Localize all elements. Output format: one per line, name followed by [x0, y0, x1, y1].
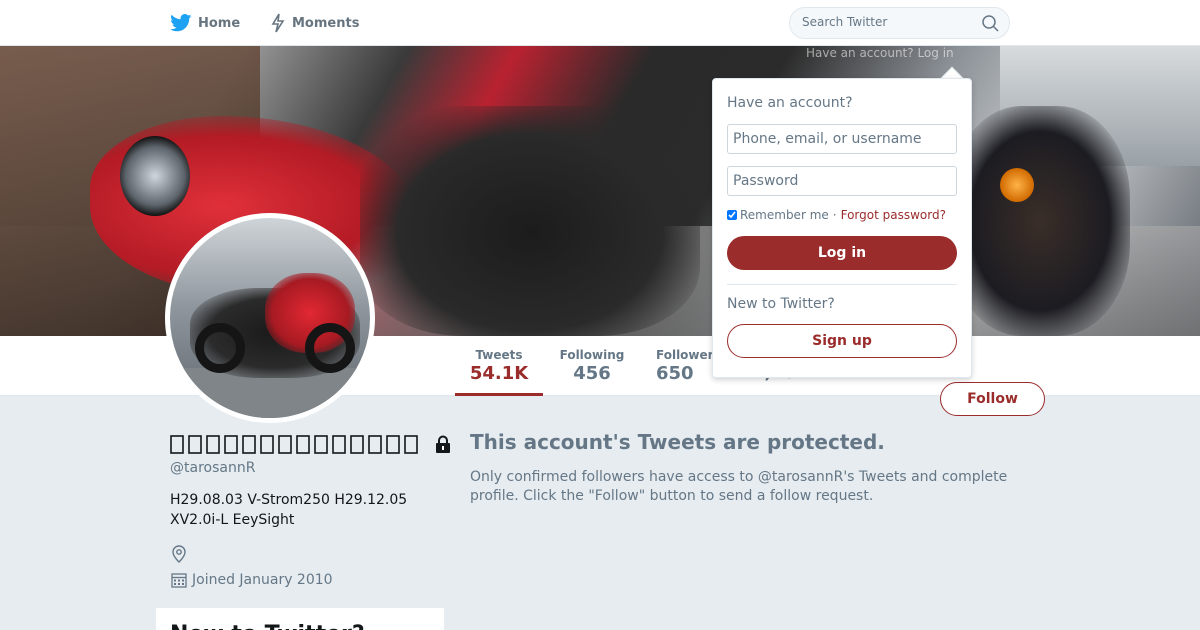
profile-joined-text: Joined January 2010 — [192, 572, 333, 588]
calendar-icon — [171, 573, 187, 588]
search-icon[interactable] — [982, 15, 999, 32]
profile-handle[interactable]: @tarosannR — [170, 460, 255, 476]
login-heading: Have an account? — [727, 95, 853, 111]
stat-tweets-value: 54.1K — [469, 363, 529, 384]
nav-moments-label: Moments — [292, 15, 360, 31]
protected-title: This account's Tweets are protected. — [470, 430, 885, 454]
lock-icon — [436, 435, 450, 453]
nav-home[interactable]: Home — [170, 12, 240, 34]
search-input[interactable] — [802, 15, 972, 29]
new-to-twitter-box: New to Twitter? — [156, 608, 444, 630]
signup-button[interactable]: Sign up — [727, 324, 957, 358]
stat-following-label: Following — [559, 348, 625, 362]
password-field[interactable] — [727, 166, 957, 196]
nav-home-label: Home — [198, 15, 241, 31]
top-navigation: Home Moments — [0, 0, 1200, 46]
forgot-password-link[interactable]: Forgot password? — [841, 208, 946, 222]
remember-me-label[interactable]: Remember me — [740, 208, 829, 222]
lightning-bolt-icon — [271, 13, 285, 33]
nav-moments[interactable]: Moments — [270, 12, 359, 34]
login-dropdown: Have an account? Remember me · Forgot pa… — [712, 78, 972, 378]
stat-tweets[interactable]: Tweets 54.1K — [455, 348, 543, 396]
stat-following-value: 456 — [573, 363, 611, 384]
new-to-twitter-heading: New to Twitter? — [727, 296, 835, 312]
new-to-twitter-title: New to Twitter? — [170, 622, 365, 630]
stat-followers-label: Followers — [656, 348, 716, 362]
remember-separator: · — [832, 208, 837, 222]
remember-me-row: Remember me · Forgot password? — [727, 208, 946, 222]
protected-text: Only confirmed followers have access to … — [470, 469, 1008, 504]
stat-following[interactable]: Following 456 — [556, 348, 628, 384]
follow-button[interactable]: Follow — [940, 382, 1045, 416]
stat-tweets-label: Tweets — [475, 348, 523, 362]
username-field[interactable] — [727, 124, 957, 154]
stat-followers[interactable]: Followers 650 — [656, 348, 716, 384]
profile-bio: H29.08.03 V-Strom250 H29.12.05 XV2.0i-L … — [170, 492, 408, 528]
profile-name — [170, 433, 452, 455]
login-divider — [727, 284, 957, 285]
login-button[interactable]: Log in — [727, 236, 957, 270]
remember-me-checkbox[interactable] — [727, 210, 737, 220]
profile-avatar[interactable] — [165, 213, 375, 423]
search-box — [789, 7, 1010, 39]
twitter-bird-icon — [170, 14, 192, 32]
login-toggle-text[interactable]: Have an account? Log in — [806, 46, 954, 60]
profile-joined: Joined January 2010 — [171, 572, 333, 588]
location-pin-icon — [172, 545, 186, 563]
stat-followers-value: 650 — [656, 363, 694, 384]
name-glyphs-icon — [170, 435, 418, 454]
